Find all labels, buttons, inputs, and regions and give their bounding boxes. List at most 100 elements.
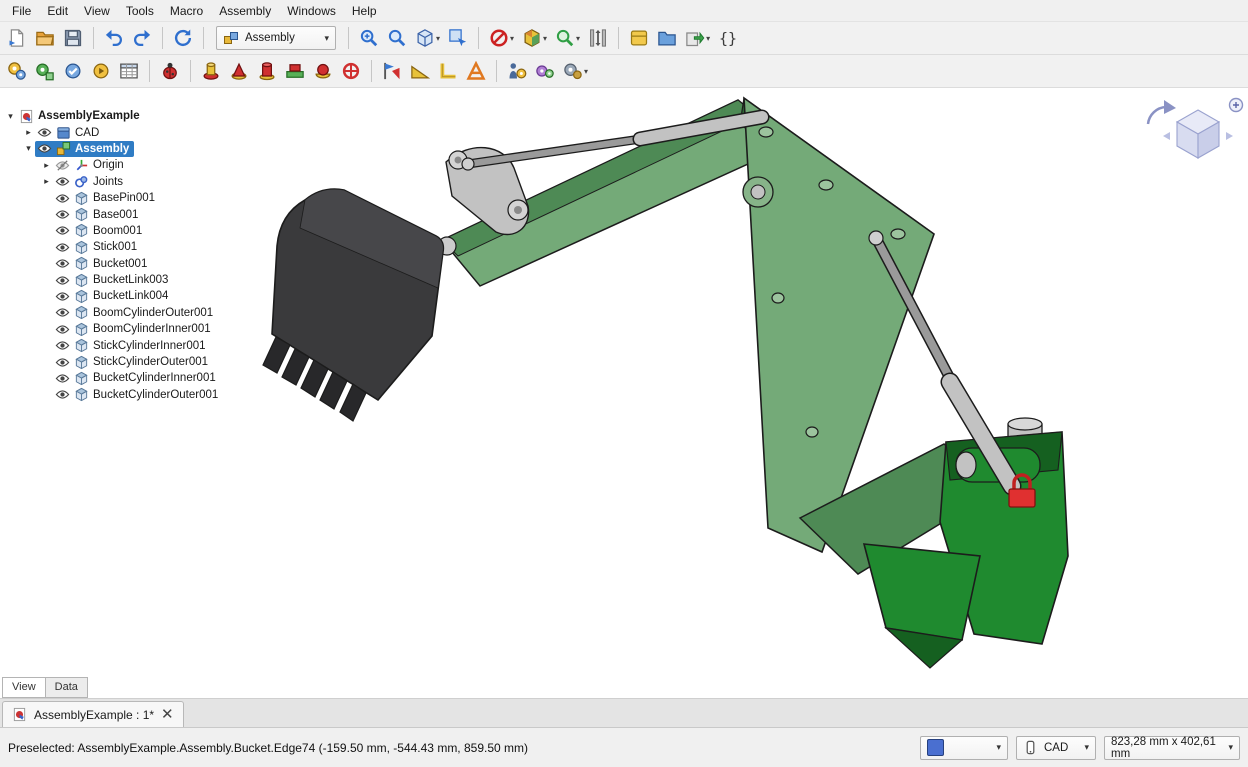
workbench-selector[interactable]: Assembly▾ — [216, 26, 336, 50]
tree-item-stickcylinderouter001[interactable]: StickCylinderOuter001 — [2, 354, 213, 370]
menu-tools[interactable]: Tools — [118, 2, 162, 20]
export-button[interactable]: ▾ — [682, 25, 713, 51]
tree-item-body[interactable]: Base001 — [53, 207, 143, 223]
joint-screw-button[interactable] — [435, 58, 461, 84]
unit-system-selector[interactable]: CAD ▾ — [1016, 736, 1096, 760]
eye-icon[interactable] — [55, 387, 70, 402]
tree-expander-icon[interactable]: ▸ — [40, 176, 53, 187]
isometric-view-button[interactable]: ▾ — [412, 25, 443, 51]
panel-tab-view[interactable]: View — [2, 677, 46, 698]
tree-item-body[interactable]: BoomCylinderInner001 — [53, 321, 216, 337]
tree-item-body[interactable]: CAD — [35, 125, 104, 141]
tree-item-body[interactable]: Stick001 — [53, 239, 142, 255]
animation-button[interactable] — [532, 58, 558, 84]
tree-item-body[interactable]: BucketLink004 — [53, 288, 173, 304]
tree-item-body[interactable]: Assembly — [35, 141, 134, 157]
more-tools-button[interactable]: ▾ — [560, 58, 591, 84]
tree-item-basepin001[interactable]: BasePin001 — [2, 190, 160, 206]
eye-icon[interactable] — [55, 322, 70, 337]
create-simulation-button[interactable] — [88, 58, 114, 84]
tree-item-body[interactable]: Joints — [53, 174, 128, 190]
insert-component-button[interactable] — [32, 58, 58, 84]
joint-slider-button[interactable] — [282, 58, 308, 84]
tree-item-bucketlink004[interactable]: BucketLink004 — [2, 288, 173, 304]
rotate-left-icon[interactable] — [1163, 132, 1170, 140]
tree-item-body[interactable]: BucketLink003 — [53, 272, 173, 288]
tree-item-base001[interactable]: Base001 — [2, 206, 143, 222]
eye-icon[interactable] — [55, 273, 70, 288]
eye-icon[interactable] — [55, 256, 70, 271]
fit-all-button[interactable] — [356, 25, 382, 51]
exploded-view-button[interactable] — [504, 58, 530, 84]
tree-expander-icon[interactable]: ▾ — [22, 143, 35, 154]
joint-revolute-button[interactable] — [226, 58, 252, 84]
eye-icon[interactable] — [55, 240, 70, 255]
menu-edit[interactable]: Edit — [39, 2, 76, 20]
sync-view-button[interactable] — [445, 25, 471, 51]
create-assembly-button[interactable] — [4, 58, 30, 84]
menu-assembly[interactable]: Assembly — [211, 2, 279, 20]
group-button[interactable] — [654, 25, 680, 51]
tree-expander-icon[interactable]: ▸ — [22, 127, 35, 138]
save-button[interactable] — [60, 25, 86, 51]
menu-help[interactable]: Help — [344, 2, 385, 20]
eye-icon[interactable] — [37, 141, 52, 156]
tree-item-bucketcylinderouter001[interactable]: BucketCylinderOuter001 — [2, 387, 223, 403]
tree-item-assemblyexample[interactable]: ▾AssemblyExample — [2, 108, 145, 124]
tree-item-assembly[interactable]: ▾Assembly — [2, 141, 134, 157]
view-dimensions-selector[interactable]: 823,28 mm x 402,61 mm ▾ — [1104, 736, 1240, 760]
bucket-part[interactable] — [263, 189, 443, 421]
close-tab-icon[interactable]: ✕ — [161, 707, 174, 722]
rotate-arrow-icon[interactable] — [1148, 107, 1166, 124]
tree-item-joints[interactable]: ▸Joints — [2, 174, 128, 190]
tree-item-body[interactable]: Origin — [53, 157, 129, 173]
tree-item-stickcylinderinner001[interactable]: StickCylinderInner001 — [2, 337, 211, 353]
toggle-grounded-button[interactable] — [379, 58, 405, 84]
refresh-button[interactable] — [170, 25, 196, 51]
background-style-selector[interactable]: ▾ — [920, 736, 1008, 760]
tree-item-body[interactable]: Bucket001 — [53, 256, 152, 272]
tree-item-body[interactable]: StickCylinderInner001 — [53, 338, 211, 354]
eye-icon[interactable] — [55, 289, 70, 304]
check-intersections-button[interactable] — [157, 58, 183, 84]
joint-cylindrical-button[interactable] — [254, 58, 280, 84]
menu-view[interactable]: View — [76, 2, 118, 20]
tree-item-origin[interactable]: ▸Origin — [2, 157, 129, 173]
menu-windows[interactable]: Windows — [279, 2, 344, 20]
joint-ball-button[interactable] — [310, 58, 336, 84]
appearance-button[interactable] — [626, 25, 652, 51]
undo-button[interactable] — [101, 25, 127, 51]
tree-item-body[interactable]: BoomCylinderOuter001 — [53, 305, 218, 321]
eye-icon[interactable] — [55, 223, 70, 238]
navigation-cube[interactable] — [1134, 96, 1246, 166]
tree-item-body[interactable]: Boom001 — [53, 223, 147, 239]
tree-item-bucketcylinderinner001[interactable]: BucketCylinderInner001 — [2, 370, 221, 386]
tree-item-cad[interactable]: ▸CAD — [2, 124, 104, 140]
eye-icon[interactable] — [37, 125, 52, 140]
tree-item-boom001[interactable]: Boom001 — [2, 223, 147, 239]
eye-icon[interactable] — [55, 305, 70, 320]
menu-file[interactable]: File — [4, 2, 39, 20]
joint-distance-button[interactable] — [338, 58, 364, 84]
tree-item-stick001[interactable]: Stick001 — [2, 239, 142, 255]
tree-item-bucket001[interactable]: Bucket001 — [2, 256, 152, 272]
open-folder-button[interactable] — [32, 25, 58, 51]
solve-assembly-button[interactable] — [60, 58, 86, 84]
tree-item-body[interactable]: BucketCylinderInner001 — [53, 370, 221, 386]
rotate-right-icon[interactable] — [1226, 132, 1233, 140]
tree-item-body[interactable]: BasePin001 — [53, 190, 160, 206]
eye-hidden-icon[interactable] — [55, 158, 70, 173]
eye-icon[interactable] — [55, 355, 70, 370]
axonometric-cube-button[interactable]: ▾ — [519, 25, 550, 51]
macro-braces-button[interactable]: {} — [715, 25, 741, 51]
redo-button[interactable] — [129, 25, 155, 51]
tree-item-body[interactable]: BucketCylinderOuter001 — [53, 387, 223, 403]
tree-item-bucketlink003[interactable]: BucketLink003 — [2, 272, 173, 288]
measure-button[interactable] — [585, 25, 611, 51]
tree-item-boomcylinderinner001[interactable]: BoomCylinderInner001 — [2, 321, 216, 337]
joint-rack-pinion-button[interactable] — [407, 58, 433, 84]
document-tab[interactable]: AssemblyExample : 1* ✕ — [2, 701, 184, 727]
zoom-tools-button[interactable]: ▾ — [552, 25, 583, 51]
draw-style-button[interactable]: ▾ — [486, 25, 517, 51]
tree-item-body[interactable]: StickCylinderOuter001 — [53, 354, 213, 370]
